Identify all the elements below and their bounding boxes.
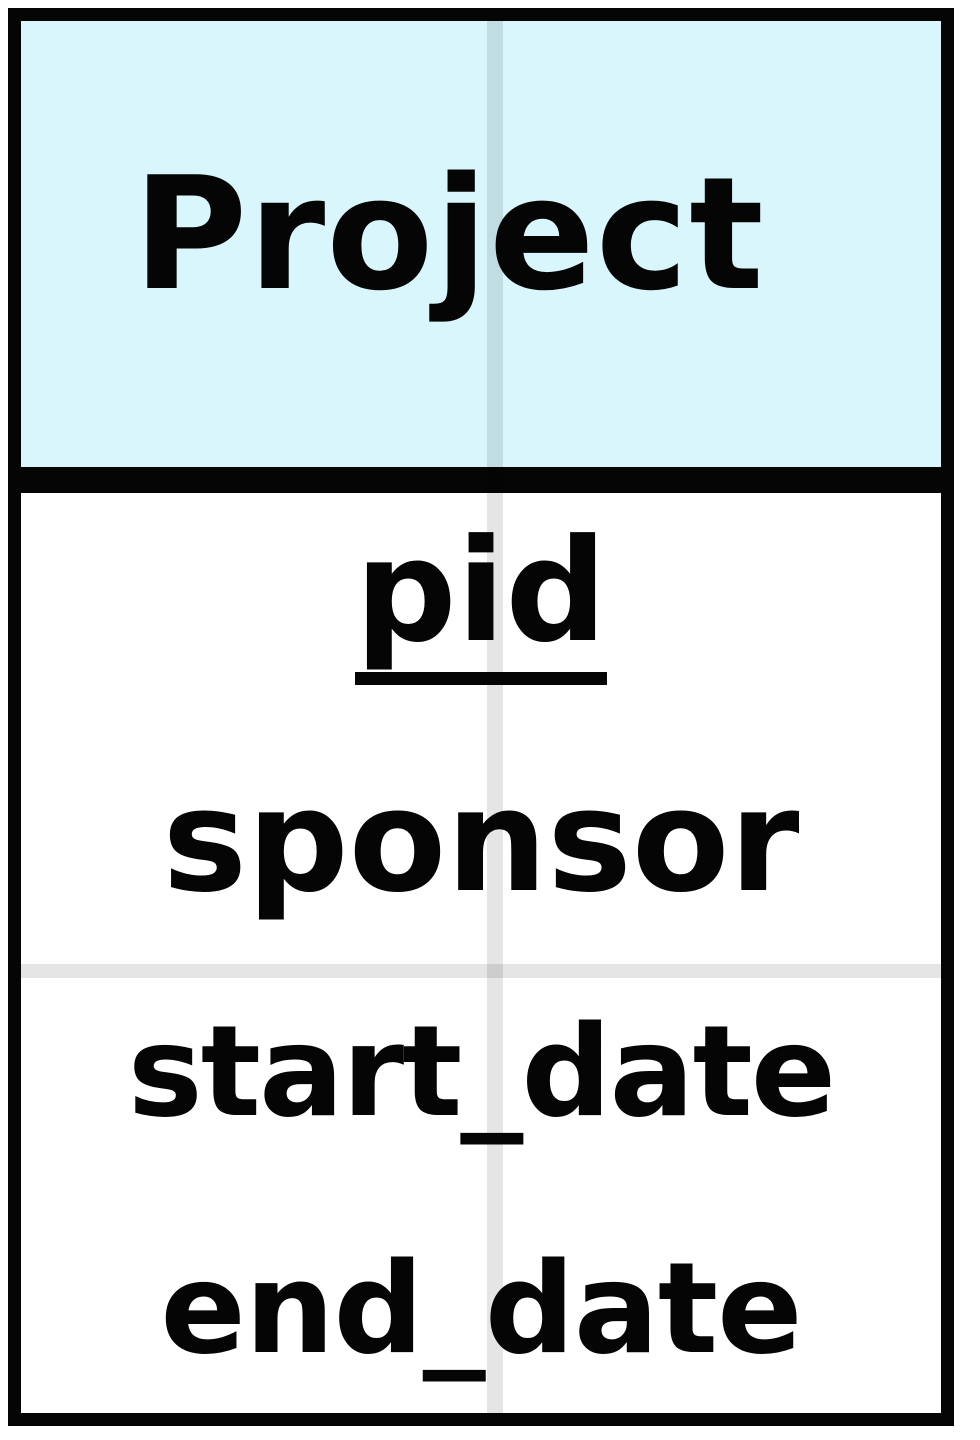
horizontal-guide-line — [21, 964, 941, 978]
attribute-pid-primary-key: pid — [355, 509, 607, 674]
entity-header: Project — [21, 21, 941, 493]
attribute-sponsor: sponsor — [162, 759, 800, 924]
entity-name: Project — [133, 143, 765, 325]
attribute-start-date: start_date — [127, 998, 837, 1145]
attribute-end-date: end_date — [160, 1235, 802, 1382]
entity-box-project: Project pid sponsor start_date end_date — [8, 8, 954, 1426]
